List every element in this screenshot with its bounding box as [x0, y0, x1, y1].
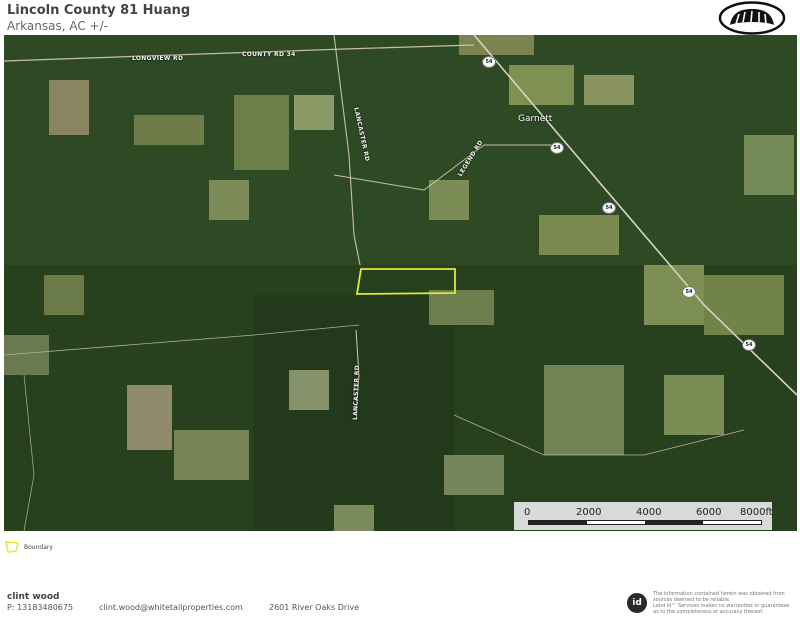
agent-phone: P: 13183480675	[7, 603, 74, 612]
aerial-map[interactable]: LONGVIEW RD COUNTY RD 34 LANCASTER RD LE…	[4, 35, 797, 531]
disclaimer-text: The information contained herein was obt…	[653, 591, 793, 615]
highway-shield: 54	[482, 56, 496, 68]
agent-email[interactable]: clint.wood@whitetailproperties.com	[99, 603, 243, 612]
satellite-imagery	[4, 35, 797, 531]
highway-shield: 54	[682, 286, 696, 298]
agent-name: clint wood	[7, 592, 60, 602]
scale-label: 8000ft	[740, 507, 773, 518]
scale-label: 6000	[696, 507, 722, 518]
highway-shield: 54	[550, 142, 564, 154]
boundary-swatch-icon	[5, 541, 19, 553]
bear-paw-logo-icon	[718, 1, 786, 35]
scale-label: 2000	[576, 507, 602, 518]
map-title: Lincoln County 81 Huang	[7, 3, 191, 18]
scale-bar: 0 2000 4000 6000 8000ft	[514, 502, 773, 530]
road-label-longview: LONGVIEW RD	[132, 55, 184, 62]
land-id-logo-icon: id	[627, 593, 647, 613]
scale-segment	[645, 521, 703, 524]
road-label-county34: COUNTY RD 34	[242, 51, 296, 58]
map-subtitle: Arkansas, AC +/-	[7, 19, 108, 33]
agent-address: 2601 River Oaks Drive	[269, 603, 360, 612]
scale-segment	[529, 521, 587, 524]
scale-track	[528, 520, 762, 525]
legend-label-boundary: Boundary	[24, 544, 53, 551]
scale-label: 4000	[636, 507, 662, 518]
town-label-garnett: Garnett	[518, 114, 553, 124]
disclaimer-line: as to the completeness or accuracy there…	[653, 609, 764, 615]
highway-shield: 54	[742, 339, 756, 351]
highway-shield: 54	[602, 202, 616, 214]
scale-label: 0	[524, 507, 531, 518]
